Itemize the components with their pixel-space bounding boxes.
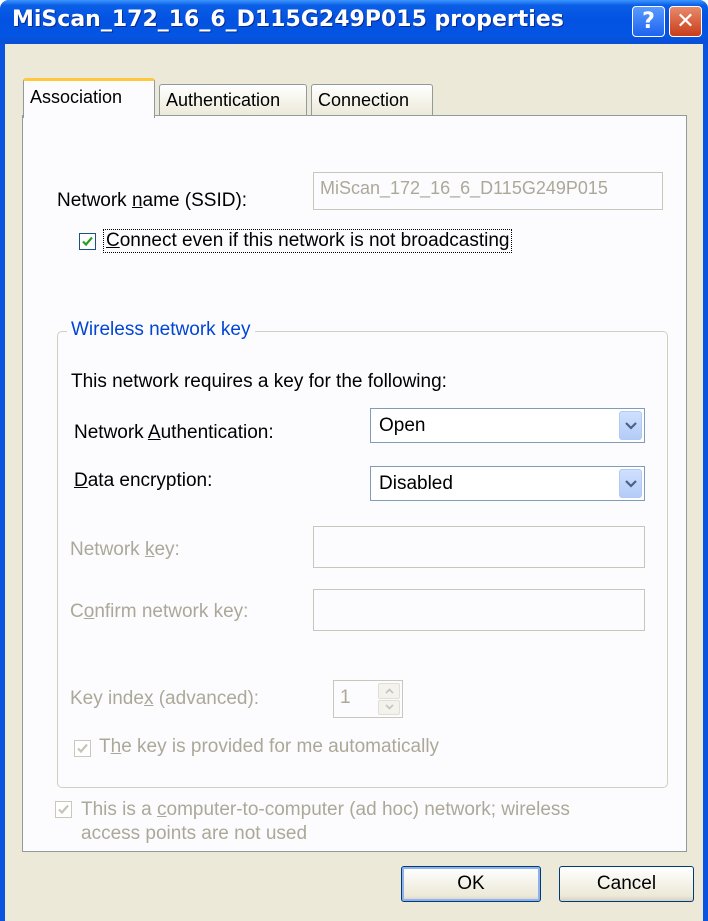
tab-label: Association <box>30 87 123 107</box>
ok-button[interactable]: OK <box>401 866 541 902</box>
cancel-button[interactable]: Cancel <box>559 866 694 902</box>
adhoc-label: This is a computer-to-computer (ad hoc) … <box>81 799 570 844</box>
network-authentication-select[interactable]: Open <box>370 408 645 443</box>
adhoc-checkbox[interactable] <box>55 801 72 818</box>
key-index-value: 1 <box>340 687 351 708</box>
encryption-value: Disabled <box>379 473 453 494</box>
ssid-value: MiScan_172_16_6_D115G249P015 <box>320 178 608 198</box>
auto-key-label: The key is provided for me automatically <box>99 736 440 757</box>
checkmark-icon <box>58 804 69 815</box>
tab-connection[interactable]: Connection <box>311 84 433 116</box>
association-panel: Network name (SSID): MiScan_172_16_6_D11… <box>22 115 687 852</box>
spin-down-icon[interactable] <box>378 699 400 715</box>
encryption-label: Data encryption: <box>74 470 213 491</box>
key-intro-text: This network requires a key for the foll… <box>71 371 447 392</box>
spinner-buttons <box>378 683 400 715</box>
title-bar[interactable]: MiScan_172_16_6_D115G249P015 properties … <box>0 0 708 44</box>
broadcast-checkbox[interactable] <box>79 233 96 250</box>
properties-dialog: MiScan_172_16_6_D115G249P015 properties … <box>0 0 708 921</box>
chevron-down-icon[interactable] <box>619 411 642 440</box>
wireless-key-legend: Wireless network key <box>67 319 255 341</box>
checkmark-icon <box>77 743 88 754</box>
chevron-down-icon[interactable] <box>619 469 642 498</box>
checkmark-icon <box>82 236 93 247</box>
dialog-body: Association Authentication Connection Ne… <box>5 44 703 921</box>
tab-authentication[interactable]: Authentication <box>159 84 307 116</box>
data-encryption-select[interactable]: Disabled <box>370 466 645 501</box>
window-title: MiScan_172_16_6_D115G249P015 properties <box>12 7 564 32</box>
close-icon: ✕ <box>676 9 695 34</box>
auth-label: Network Authentication: <box>74 422 274 443</box>
key-index-spinner[interactable]: 1 <box>333 680 403 718</box>
help-button[interactable]: ? <box>632 6 665 37</box>
spin-up-icon[interactable] <box>378 683 400 699</box>
confirm-key-field[interactable] <box>313 589 645 631</box>
auth-value: Open <box>379 415 426 436</box>
tab-association[interactable]: Association <box>23 78 155 118</box>
key-index-label: Key index (advanced): <box>70 688 260 709</box>
help-icon: ? <box>642 9 655 34</box>
ssid-label: Network name (SSID): <box>57 190 248 211</box>
network-key-label: Network key: <box>70 539 180 560</box>
close-button[interactable]: ✕ <box>669 6 702 37</box>
network-key-field[interactable] <box>313 526 645 568</box>
confirm-key-label: Confirm network key: <box>70 601 249 622</box>
broadcast-label[interactable]: Connect even if this network is not broa… <box>102 229 513 253</box>
auto-key-checkbox[interactable] <box>74 740 91 757</box>
ssid-field[interactable]: MiScan_172_16_6_D115G249P015 <box>313 172 663 210</box>
tab-label: Connection <box>318 90 410 110</box>
tab-label: Authentication <box>166 90 281 110</box>
